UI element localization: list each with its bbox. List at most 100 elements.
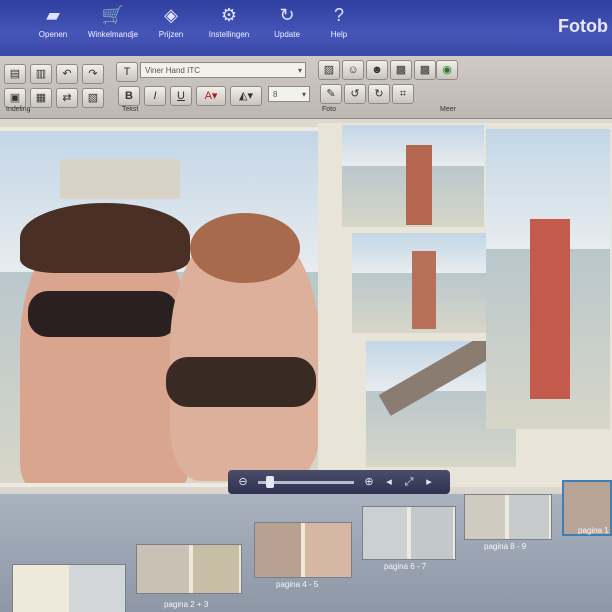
chevron-left-icon: ◂: [386, 476, 392, 488]
swap-icon: ⇄: [62, 92, 72, 104]
photo-button-3[interactable]: ☻: [366, 60, 388, 80]
crop-icon: ⌗: [399, 88, 407, 100]
page-spread-canvas: [0, 119, 612, 491]
menu-prices[interactable]: ◈ Prijzen: [138, 4, 204, 39]
photo-button-7[interactable]: ⌗: [392, 84, 414, 104]
cart-icon: 🛒: [101, 5, 125, 25]
layout-button-5[interactable]: ▧: [82, 88, 104, 108]
group-label-indeling: Indeling: [6, 106, 31, 113]
help-icon: ?: [333, 5, 344, 25]
undo-icon: ↶: [62, 68, 72, 80]
photo-man-sunglasses: [28, 291, 178, 337]
thumbnail-image: [509, 495, 549, 539]
photo-icon: ▨: [323, 64, 335, 76]
chevron-right-icon: ▸: [426, 476, 432, 488]
menu-help[interactable]: ? Help: [306, 4, 372, 39]
bold-button[interactable]: B: [118, 86, 140, 106]
rotate-right-button[interactable]: ↻: [368, 84, 390, 104]
thumbnail-image: [193, 545, 239, 593]
rotate-left-button[interactable]: ↺: [344, 84, 366, 104]
layout-button-4[interactable]: ⇄: [56, 88, 78, 108]
thumbnail-image: [465, 495, 505, 539]
next-page-button[interactable]: ▸: [420, 473, 438, 491]
photo-button-4[interactable]: ▩: [390, 60, 412, 80]
photo-person: [406, 145, 432, 225]
folder-open-icon: ▰: [46, 5, 60, 25]
zoom-out-button[interactable]: ⊖: [234, 473, 252, 491]
thumbnail-label-page-2-3: pagina 2 + 3: [164, 600, 209, 609]
chevron-down-icon: ▾: [301, 90, 306, 99]
font-family-select[interactable]: Viner Hand ITC ▾: [140, 62, 306, 78]
main-menu-bar: ▰ Openen 🛒 Winkelmandje ◈ Prijzen ⚙ Inst…: [0, 0, 612, 56]
zoom-out-icon: ⊖: [238, 476, 248, 488]
grid-icon: ▦: [35, 92, 47, 104]
thumbnail-image: [69, 565, 125, 612]
thumbnail-label-page-6-7: pagina 6 - 7: [384, 562, 427, 571]
selfie-photo[interactable]: [0, 131, 318, 483]
font-size-value: 8: [273, 90, 278, 99]
group-label-meer: Meer: [440, 106, 456, 113]
zoom-in-icon: ⊕: [364, 476, 374, 488]
thumbnail-page-2-3[interactable]: [136, 544, 242, 594]
right-page[interactable]: [318, 123, 612, 487]
text-color-button[interactable]: A▾: [196, 86, 226, 106]
thumbnail-image: [411, 507, 453, 559]
photo-button-1[interactable]: ▨: [318, 60, 340, 80]
image-icon: ▩: [395, 64, 407, 76]
text-color-icon: A▾: [204, 90, 218, 102]
text-tool-button[interactable]: T: [116, 62, 138, 82]
thumbnail-image: [255, 523, 301, 577]
thumbnail-label-page-4-5: pagina 4 - 5: [276, 580, 319, 589]
page-thumbnail-strip: pagina 2 + 3 pagina 4 - 5 pagina 6 - 7 p…: [0, 480, 612, 612]
refresh-icon: ↻: [279, 5, 295, 25]
photo-button-6[interactable]: ✎: [320, 84, 342, 104]
menu-prices-label: Prijzen: [158, 30, 184, 39]
grid-button[interactable]: ▦: [30, 88, 52, 108]
menu-cart[interactable]: 🛒 Winkelmandje: [80, 4, 146, 39]
redo-button[interactable]: ↷: [82, 64, 104, 84]
arrange-icon: ▧: [87, 92, 99, 104]
layout-button-2[interactable]: ▥: [30, 64, 52, 84]
menu-open[interactable]: ▰ Openen: [20, 4, 86, 39]
italic-button[interactable]: I: [144, 86, 166, 106]
photo-person-jumping: [530, 219, 570, 399]
layout-button-3[interactable]: ▣: [4, 88, 26, 108]
fill-color-button[interactable]: ◭▾: [230, 86, 262, 106]
font-size-select[interactable]: 8 ▾: [268, 86, 310, 102]
copy-icon: ▥: [35, 68, 47, 80]
photo-button-5[interactable]: ▩: [414, 60, 436, 80]
group-label-tekst: Tekst: [122, 106, 139, 113]
font-family-value: Viner Hand ITC: [145, 66, 200, 75]
person-icon: ☻: [371, 64, 383, 76]
beach-photo-4[interactable]: [486, 129, 610, 429]
menu-help-label: Help: [330, 30, 348, 39]
menu-settings[interactable]: ⚙ Instellingen: [196, 4, 262, 39]
editing-toolbar: ▤ ▥ ↶ ↷ ▣ ▦ ⇄ ▧ Indeling T Viner Hand IT…: [0, 56, 612, 119]
underline-button[interactable]: U: [170, 86, 192, 106]
rotate-right-icon: ↻: [374, 88, 384, 100]
left-page[interactable]: [0, 127, 320, 487]
more-button[interactable]: ◉: [436, 60, 458, 80]
beach-photo-1[interactable]: [342, 125, 484, 227]
layout-button-1[interactable]: ▤: [4, 64, 26, 84]
photo-button-2[interactable]: ☺: [342, 60, 364, 80]
photo-building: [60, 159, 180, 199]
undo-button[interactable]: ↶: [56, 64, 78, 84]
zoom-navigation-bar: ⊖ ⊕ ◂ ⤢ ▸: [228, 470, 450, 494]
zoom-slider-handle[interactable]: [266, 476, 274, 488]
gear-icon: ⚙: [220, 5, 238, 25]
paint-bucket-icon: ◭▾: [239, 90, 253, 102]
fullscreen-button[interactable]: ⤢: [400, 473, 418, 491]
thumbnail-cover[interactable]: [12, 564, 126, 612]
thumbnail-page-4-5[interactable]: [254, 522, 352, 578]
thumbnail-page-8-9[interactable]: [464, 494, 552, 540]
globe-icon: ◉: [442, 64, 452, 76]
frame-icon: ▣: [9, 92, 21, 104]
zoom-in-button[interactable]: ⊕: [360, 473, 378, 491]
thumbnail-page-6-7[interactable]: [362, 506, 456, 560]
beach-photo-2[interactable]: [352, 233, 498, 333]
page-icon: ▤: [9, 68, 21, 80]
text-icon: T: [123, 66, 131, 78]
previous-page-button[interactable]: ◂: [380, 473, 398, 491]
photo-book-app: ▰ Openen 🛒 Winkelmandje ◈ Prijzen ⚙ Inst…: [0, 0, 612, 612]
